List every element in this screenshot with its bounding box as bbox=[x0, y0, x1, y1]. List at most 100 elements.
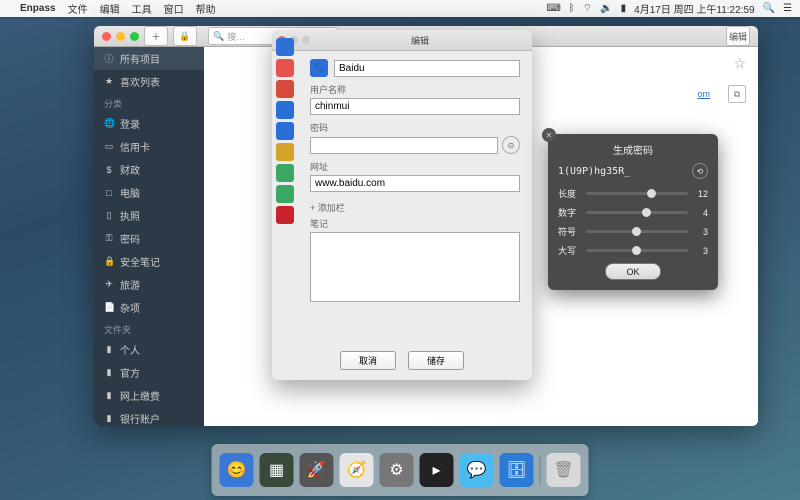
dock-trash[interactable]: 🗑 bbox=[547, 453, 581, 487]
battery-icon[interactable]: ▮ bbox=[621, 3, 627, 14]
item-list-strip bbox=[276, 38, 294, 224]
zoom-icon[interactable] bbox=[130, 32, 139, 41]
list-item-icon[interactable] bbox=[276, 122, 294, 140]
list-item-icon[interactable] bbox=[276, 59, 294, 77]
slider[interactable] bbox=[586, 211, 688, 214]
gen-row-value: 3 bbox=[694, 227, 708, 237]
favorite-toggle[interactable]: ☆ bbox=[733, 55, 746, 72]
dock-launchpad[interactable]: ▦ bbox=[260, 453, 294, 487]
notification-icon[interactable]: ☰ bbox=[783, 3, 792, 14]
sidebar-all-items[interactable]: ⓘ 所有项目 bbox=[94, 47, 204, 70]
sidebar-item-label: 安全笔记 bbox=[120, 254, 160, 269]
sidebar-cat-misc[interactable]: 📄杂项 bbox=[94, 296, 204, 319]
sidebar-cat-securenote[interactable]: 🔒安全笔记 bbox=[94, 250, 204, 273]
refresh-icon[interactable]: ⟲ bbox=[692, 163, 708, 179]
sidebar-cat-password[interactable]: ⚿密码 bbox=[94, 227, 204, 250]
sidebar-folder[interactable]: ▮网上缴费 bbox=[94, 384, 204, 407]
list-item-icon[interactable] bbox=[276, 206, 294, 224]
folder-icon: ▮ bbox=[104, 344, 114, 355]
url-field[interactable] bbox=[310, 175, 520, 192]
list-item-icon[interactable] bbox=[276, 164, 294, 182]
list-item-icon[interactable] bbox=[276, 38, 294, 56]
add-button[interactable]: ＋ bbox=[144, 26, 168, 46]
slider[interactable] bbox=[586, 192, 688, 195]
info-icon: ⓘ bbox=[104, 52, 114, 65]
lock-button[interactable]: 🔒 bbox=[173, 26, 197, 46]
add-field-button[interactable]: + 添加栏 bbox=[310, 198, 520, 217]
ok-button[interactable]: OK bbox=[605, 263, 661, 280]
zoom-icon bbox=[302, 36, 310, 44]
menu-help[interactable]: 帮助 bbox=[196, 1, 216, 16]
list-item-icon[interactable] bbox=[276, 143, 294, 161]
close-icon[interactable]: ✕ bbox=[542, 128, 556, 142]
list-item-icon[interactable] bbox=[276, 101, 294, 119]
dock-safari[interactable]: 🧭 bbox=[340, 453, 374, 487]
sidebar-cat-login[interactable]: 🌐登录 bbox=[94, 112, 204, 135]
sidebar: ⓘ所有项目 ★喜欢列表 分类 🌐登录 ▭信用卡 $财政 □电脑 ▯执照 ⚿密码 … bbox=[94, 47, 204, 426]
sidebar-favorites[interactable]: ★喜欢列表 bbox=[94, 70, 204, 93]
save-button[interactable]: 储存 bbox=[408, 351, 464, 370]
generated-password: 1(U9P)hg35R_ bbox=[558, 166, 630, 177]
dock-enpass[interactable]: 🗄 bbox=[500, 453, 534, 487]
sidebar-cat-license[interactable]: ▯执照 bbox=[94, 204, 204, 227]
password-field[interactable] bbox=[310, 137, 498, 154]
spotlight-icon[interactable]: 🔍 bbox=[763, 3, 775, 14]
password-label: 密码 bbox=[310, 121, 520, 134]
wifi-icon[interactable]: ⌔ bbox=[583, 2, 592, 15]
close-icon[interactable] bbox=[102, 32, 111, 41]
sidebar-folder[interactable]: ▮银行账户 bbox=[94, 407, 204, 426]
sidebar-cat-creditcard[interactable]: ▭信用卡 bbox=[94, 135, 204, 158]
sidebar-cat-computer[interactable]: □电脑 bbox=[94, 181, 204, 204]
bluetooth-icon[interactable]: ᛒ bbox=[569, 3, 575, 14]
generator-row: 数字4 bbox=[558, 206, 708, 219]
sidebar-cat-travel[interactable]: ✈旅游 bbox=[94, 273, 204, 296]
menu-window[interactable]: 窗口 bbox=[164, 1, 184, 16]
dock-settings[interactable]: ⚙ bbox=[380, 453, 414, 487]
folder-icon: ▮ bbox=[104, 367, 114, 378]
gen-row-value: 12 bbox=[694, 189, 708, 199]
sidebar-folder[interactable]: ▮ 官方 bbox=[94, 361, 204, 384]
slider[interactable] bbox=[586, 230, 688, 233]
dock-messages[interactable]: 💬 bbox=[460, 453, 494, 487]
sidebar-cat-finance[interactable]: $财政 bbox=[94, 158, 204, 181]
menu-file[interactable]: 文件 bbox=[68, 1, 88, 16]
dock-terminal[interactable]: ▸ bbox=[420, 453, 454, 487]
edit-button[interactable]: 编辑 bbox=[726, 26, 750, 46]
dialog-titlebar: 编辑 bbox=[272, 30, 532, 51]
clock[interactable]: 4月17日 周四 上午11:22:59 bbox=[634, 1, 754, 16]
title-field[interactable] bbox=[334, 60, 520, 77]
gen-row-label: 符号 bbox=[558, 225, 580, 238]
star-icon: ★ bbox=[104, 76, 114, 87]
copy-button[interactable]: ⧉ bbox=[728, 85, 746, 103]
dock-finder[interactable]: 😊 bbox=[220, 453, 254, 487]
sidebar-item-label: 执照 bbox=[120, 208, 140, 223]
detail-url-link[interactable]: om bbox=[697, 89, 710, 99]
slider[interactable] bbox=[586, 249, 688, 252]
minimize-icon[interactable] bbox=[116, 32, 125, 41]
username-field[interactable] bbox=[310, 98, 520, 115]
dock: 😊 ▦ 🚀 🧭 ⚙ ▸ 💬 🗄 🗑 bbox=[212, 444, 589, 496]
list-item-icon[interactable] bbox=[276, 185, 294, 203]
keyboard-icon[interactable]: ⌨ bbox=[546, 3, 560, 14]
generate-password-button[interactable]: ⊙ bbox=[502, 136, 520, 154]
list-item-icon[interactable] bbox=[276, 80, 294, 98]
app-name[interactable]: Enpass bbox=[20, 3, 56, 14]
gen-row-value: 3 bbox=[694, 246, 708, 256]
folder-icon: ▮ bbox=[104, 413, 114, 424]
sidebar-item-label: 网上缴费 bbox=[120, 388, 160, 403]
notes-field[interactable] bbox=[310, 232, 520, 302]
edit-dialog: 编辑 🐾 用户名称 密码 ⊙ 网址 + 添加栏 笔记 bbox=[272, 30, 532, 380]
sidebar-section-categories: 分类 bbox=[94, 93, 204, 112]
sidebar-item-label: 所有项目 bbox=[120, 51, 160, 66]
sidebar-folder[interactable]: ▮个人 bbox=[94, 338, 204, 361]
menu-tools[interactable]: 工具 bbox=[132, 1, 152, 16]
generator-row: 符号 3 bbox=[558, 225, 708, 238]
menu-edit[interactable]: 编辑 bbox=[100, 1, 120, 16]
sidebar-item-label: 官方 bbox=[120, 365, 140, 380]
dock-app[interactable]: 🚀 bbox=[300, 453, 334, 487]
sidebar-item-label: 信用卡 bbox=[120, 139, 150, 154]
cancel-button[interactable]: 取消 bbox=[340, 351, 396, 370]
sidebar-item-label: 杂项 bbox=[120, 300, 140, 315]
key-icon: ⚿ bbox=[104, 233, 114, 244]
volume-icon[interactable]: 🔉 bbox=[600, 3, 612, 14]
